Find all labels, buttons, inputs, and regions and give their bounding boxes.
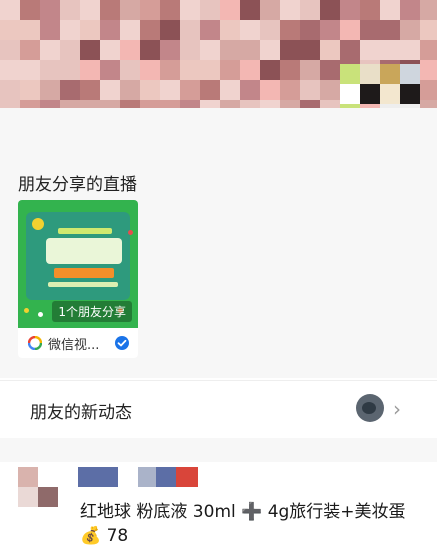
poster-subline [48,282,118,287]
channels-logo-icon [28,336,42,350]
post-avatar[interactable] [18,467,58,507]
friends-updates-label: 朋友的新动态 [30,403,132,423]
channel-name: 微信视... [48,338,100,353]
section-divider [0,438,437,462]
post-text: 红地球 粉底液 30ml ➕ 4g旅行装+美妆蛋 💰 78 [80,502,406,546]
thumbnail-poster [26,212,130,300]
poster-headline [58,228,112,234]
section-title: 朋友分享的直播 [18,175,137,195]
chevron-right-icon: › [393,397,401,421]
post-author-name[interactable] [78,467,198,487]
cover-image [0,0,437,108]
verified-badge-icon [115,336,129,350]
card-footer: 微信视... [18,328,138,358]
poster-ribbon [54,268,114,278]
live-thumbnail[interactable]: 1个朋友分享 [18,200,138,328]
poster-badge-icon [32,218,44,230]
live-stream-card[interactable]: 1个朋友分享 微信视... [18,200,138,358]
share-count-tag: 1个朋友分享 [52,301,132,322]
poster-title-block [46,238,122,264]
friend-avatar [356,394,384,422]
